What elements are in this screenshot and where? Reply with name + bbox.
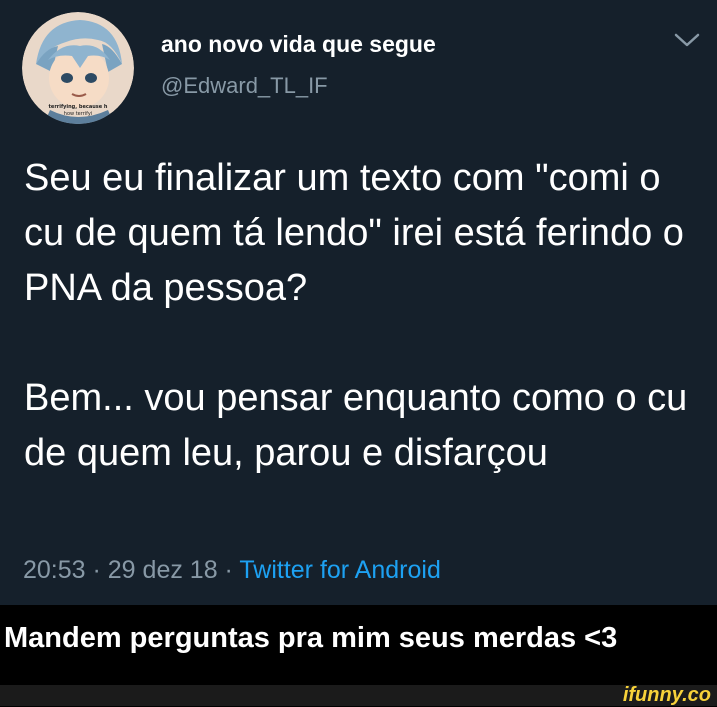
display-name[interactable]: ano novo vida que segue xyxy=(161,31,436,58)
separator: · xyxy=(85,556,108,584)
watermark-bar xyxy=(0,685,717,706)
tweet-card: terrifying, because h how terrifyi ano n… xyxy=(0,0,717,605)
tweet-date[interactable]: 29 dez 18 xyxy=(108,556,218,584)
tweet-paragraph: Seu eu finalizar um texto com "comi o cu… xyxy=(24,157,684,309)
tweet-source-link[interactable]: Twitter for Android xyxy=(239,556,440,584)
separator: · xyxy=(217,556,240,584)
caption-text: Mandem perguntas pra mim seus merdas <3 xyxy=(4,622,618,654)
ifunny-watermark: ifunny.co xyxy=(622,684,711,706)
tweet-paragraph: Bem... vou pensar enquanto como o cu de … xyxy=(24,377,688,474)
tweet-metadata: 20:53 · 29 dez 18 · Twitter for Android xyxy=(23,556,441,585)
chevron-down-icon[interactable] xyxy=(672,30,702,50)
tweet-time[interactable]: 20:53 xyxy=(23,556,86,584)
svg-text:terrifying, because h: terrifying, because h xyxy=(49,104,108,110)
svg-text:how terrifyi: how terrifyi xyxy=(64,111,92,117)
user-handle[interactable]: @Edward_TL_IF xyxy=(161,73,328,99)
avatar[interactable]: terrifying, because h how terrifyi xyxy=(22,12,134,124)
tweet-text: Seu eu finalizar um texto com "comi o cu… xyxy=(24,151,704,481)
